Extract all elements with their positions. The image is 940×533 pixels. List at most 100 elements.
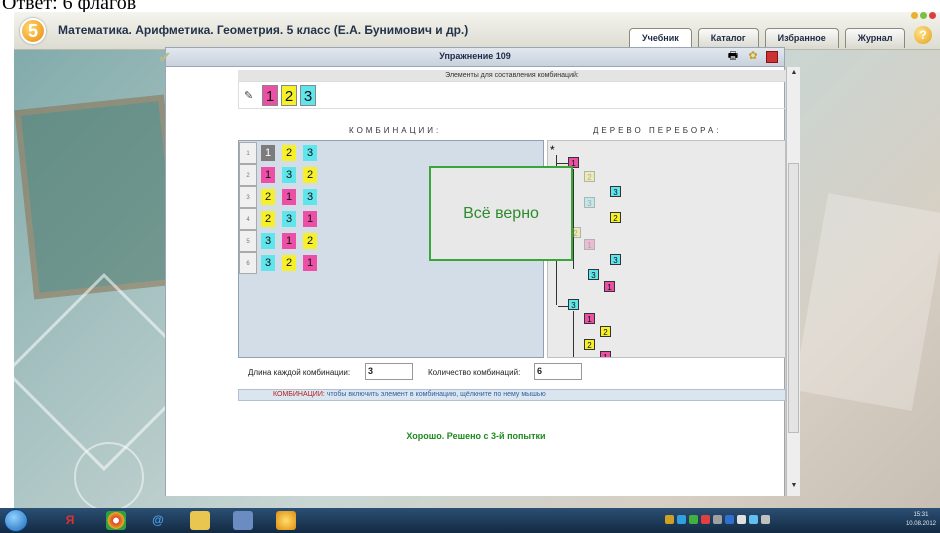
combo-tile[interactable]: 3 bbox=[261, 255, 275, 271]
tree-node[interactable]: 1 bbox=[584, 239, 595, 250]
tray-icon[interactable] bbox=[749, 515, 758, 524]
hint-bar: КОМБИНАЦИИ: чтобы включить элемент в ком… bbox=[238, 389, 786, 401]
system-tray bbox=[665, 515, 770, 524]
app-taskbar-icon[interactable] bbox=[276, 511, 296, 530]
tray-icon[interactable] bbox=[737, 515, 746, 524]
scroll-down-icon[interactable]: ▼ bbox=[789, 482, 799, 492]
exercise-title: Упражнение 109 bbox=[439, 51, 511, 61]
combo-tile[interactable]: 2 bbox=[261, 211, 275, 227]
start-button[interactable] bbox=[4, 509, 28, 532]
count-label: Количество комбинаций: bbox=[428, 368, 521, 377]
tree-node[interactable]: 3 bbox=[588, 269, 599, 280]
tray-icon[interactable] bbox=[665, 515, 674, 524]
scroll-up-icon[interactable]: ▲ bbox=[789, 69, 799, 79]
tree-node[interactable]: 2 bbox=[584, 171, 595, 182]
tab-favorites[interactable]: Избранное bbox=[764, 28, 839, 48]
clock[interactable]: 15:31 10.08.2012 bbox=[906, 511, 936, 529]
tree-node[interactable]: 2 bbox=[610, 212, 621, 223]
combo-tile[interactable]: 2 bbox=[282, 145, 296, 161]
combo-tile[interactable]: 1 bbox=[282, 233, 296, 249]
combination-row: 3 2 1 3 bbox=[239, 186, 329, 208]
tree-line bbox=[573, 169, 574, 269]
tree-node[interactable]: 2 bbox=[584, 339, 595, 350]
combination-row: 2 1 3 2 bbox=[239, 164, 329, 186]
count-field[interactable]: 6 bbox=[534, 363, 582, 380]
combo-tile[interactable]: 3 bbox=[303, 189, 317, 205]
element-tile-3[interactable]: 3 bbox=[300, 85, 316, 106]
tree-node[interactable]: 3 bbox=[610, 254, 621, 265]
elements-label: Элементы для составления комбинаций: bbox=[238, 70, 786, 81]
combo-tile[interactable]: 3 bbox=[303, 145, 317, 161]
length-field[interactable]: 3 bbox=[365, 363, 413, 380]
clock-time: 15:31 bbox=[913, 512, 929, 518]
row-number: 6 bbox=[239, 252, 257, 274]
close-window-icon[interactable] bbox=[929, 12, 936, 19]
combo-tile[interactable]: 1 bbox=[303, 255, 317, 271]
tree-node[interactable]: 1 bbox=[600, 351, 611, 357]
combo-tile[interactable]: 2 bbox=[261, 189, 275, 205]
palette-icon[interactable]: ✿ bbox=[746, 50, 760, 63]
stats-row: Длина каждой комбинации: 3 Количество ко… bbox=[238, 361, 786, 386]
tree-node[interactable]: 3 bbox=[584, 197, 595, 208]
close-exercise-icon[interactable] bbox=[766, 50, 778, 63]
circle-decoration bbox=[74, 442, 144, 508]
tree-line bbox=[558, 306, 568, 307]
tray-icon[interactable] bbox=[677, 515, 686, 524]
tree-node[interactable]: 2 bbox=[600, 326, 611, 337]
combo-tile[interactable]: 2 bbox=[303, 167, 317, 183]
eraser-icon[interactable]: ✎ bbox=[244, 89, 253, 102]
print-icon[interactable]: 🖶 bbox=[726, 50, 740, 63]
row-number: 2 bbox=[239, 164, 257, 186]
notes-icon[interactable] bbox=[233, 511, 253, 530]
tree-line bbox=[573, 311, 574, 357]
combo-tile[interactable]: 3 bbox=[261, 233, 275, 249]
tray-icon[interactable] bbox=[689, 515, 698, 524]
chrome-icon[interactable] bbox=[106, 511, 126, 530]
clock-date: 10.08.2012 bbox=[905, 521, 936, 527]
mail-icon[interactable]: @ bbox=[148, 511, 168, 530]
chalkboard-decoration bbox=[14, 94, 184, 300]
combination-row: 1 1 2 3 bbox=[239, 142, 329, 164]
tray-icon[interactable] bbox=[701, 515, 710, 524]
popup-text: Всё верно bbox=[463, 205, 539, 222]
combo-tile[interactable]: 3 bbox=[282, 211, 296, 227]
hint-key: КОМБИНАЦИИ: bbox=[273, 391, 325, 398]
combo-tile[interactable]: 1 bbox=[303, 211, 317, 227]
combination-row: 5 3 1 2 bbox=[239, 230, 329, 252]
row-number: 3 bbox=[239, 186, 257, 208]
tray-icon[interactable] bbox=[713, 515, 722, 524]
combo-tile[interactable]: 1 bbox=[282, 189, 296, 205]
tab-textbook[interactable]: Учебник bbox=[629, 28, 692, 48]
combo-tile[interactable]: 2 bbox=[303, 233, 317, 249]
length-label: Длина каждой комбинации: bbox=[248, 368, 351, 377]
combo-tile[interactable]: 1 bbox=[261, 145, 275, 161]
tree-line bbox=[556, 163, 568, 164]
tree-node[interactable]: 3 bbox=[610, 186, 621, 197]
combo-tile[interactable]: 3 bbox=[282, 167, 296, 183]
tree-node[interactable]: 1 bbox=[584, 313, 595, 324]
help-button[interactable]: ? bbox=[914, 26, 932, 44]
row-number: 4 bbox=[239, 208, 257, 230]
vertical-scrollbar[interactable]: ▲ ▼ bbox=[786, 67, 800, 496]
element-tile-1[interactable]: 1 bbox=[262, 85, 278, 106]
volume-icon[interactable] bbox=[761, 515, 770, 524]
app-logo: 5 bbox=[20, 18, 46, 44]
maximize-icon[interactable] bbox=[920, 12, 927, 19]
correct-popup: Всё верно bbox=[429, 166, 573, 261]
app-title: Математика. Арифметика. Геометрия. 5 кла… bbox=[58, 23, 469, 37]
element-tile-2[interactable]: 2 bbox=[281, 85, 297, 106]
scroll-thumb[interactable] bbox=[788, 163, 799, 433]
screen: Ответ: 6 флагов 5 Математика. Арифметика… bbox=[0, 0, 940, 533]
combo-tile[interactable]: 1 bbox=[261, 167, 275, 183]
tray-icon[interactable] bbox=[725, 515, 734, 524]
tree-node[interactable]: 3 bbox=[568, 299, 579, 310]
nav-tabs: Учебник Каталог Избранное Журнал bbox=[629, 28, 906, 48]
tab-journal[interactable]: Журнал bbox=[844, 28, 906, 48]
tree-node[interactable]: 1 bbox=[604, 281, 615, 292]
tab-catalog[interactable]: Каталог bbox=[697, 28, 759, 48]
minimize-icon[interactable] bbox=[911, 12, 918, 19]
folder-icon[interactable] bbox=[190, 511, 210, 530]
search-tree-area: * 1 2 3 3 2 2 1 3 3 1 3 1 2 2 1 bbox=[547, 140, 786, 358]
combo-tile[interactable]: 2 bbox=[282, 255, 296, 271]
yandex-icon[interactable]: Я bbox=[60, 511, 80, 530]
